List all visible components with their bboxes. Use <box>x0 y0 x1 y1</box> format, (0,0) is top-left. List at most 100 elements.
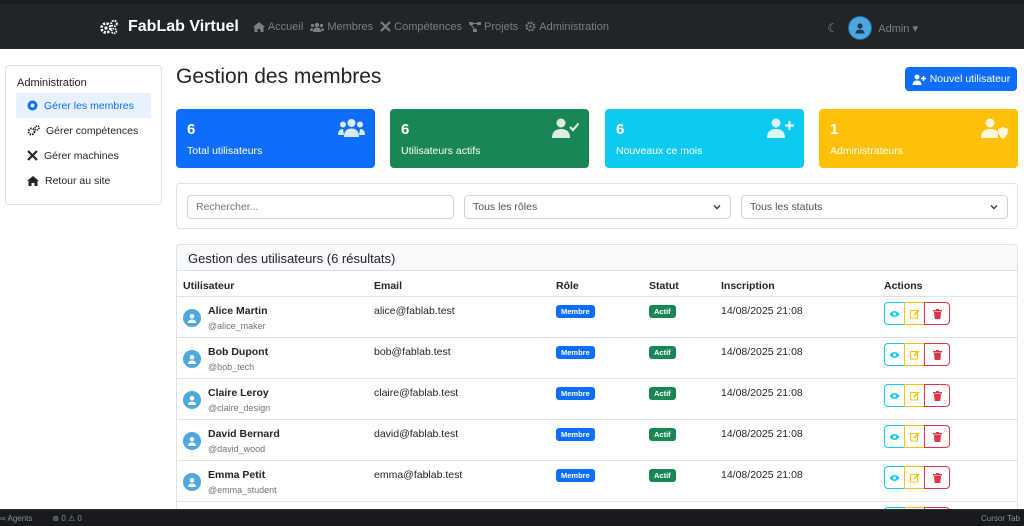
nav-link-projets[interactable]: Projets <box>469 21 518 33</box>
status-badge: Actif <box>649 428 676 441</box>
stat-card-total-users: 6 Total utilisateurs <box>176 109 375 168</box>
main-content: Administration Gérer les membres Gérer c… <box>0 49 1024 524</box>
edit-button[interactable] <box>904 466 925 489</box>
user-check-icon <box>552 118 579 138</box>
sidebar-item-gerer-machines[interactable]: Gérer machines <box>16 143 151 168</box>
view-button[interactable] <box>884 384 905 407</box>
nav-link-accueil[interactable]: Accueil <box>252 21 303 33</box>
page-title: Gestion des membres <box>176 65 382 88</box>
home-icon <box>252 21 265 32</box>
column-header: Rôle <box>556 280 579 292</box>
registration-date: 14/08/2025 21:08 <box>721 346 803 358</box>
avatar <box>183 473 201 491</box>
view-button[interactable] <box>884 302 905 325</box>
user-name: Emma Petit <box>208 469 266 481</box>
edit-button[interactable] <box>904 384 925 407</box>
view-button[interactable] <box>884 425 905 448</box>
user-icon <box>188 314 196 323</box>
user-icon <box>188 478 196 487</box>
column-header: Email <box>374 280 403 292</box>
eye-icon <box>889 433 900 440</box>
trash-icon <box>932 472 942 483</box>
new-user-button-label: Nouvel utilisateur <box>929 73 1011 85</box>
delete-button[interactable] <box>924 466 950 489</box>
edit-icon <box>909 472 920 482</box>
registration-date: 14/08/2025 21:08 <box>721 428 803 440</box>
brand[interactable]: FabLab Virtuel <box>99 18 239 36</box>
role-badge: Membre <box>556 387 595 400</box>
trash-icon <box>932 390 942 401</box>
edit-button[interactable] <box>904 302 925 325</box>
registration-date: 14/08/2025 21:08 <box>721 469 803 481</box>
cogs-icon <box>100 19 118 34</box>
tools-icon <box>380 21 391 32</box>
trash-icon <box>932 431 942 442</box>
delete-button[interactable] <box>924 384 950 407</box>
status-select[interactable]: Tous les statuts <box>741 195 1008 219</box>
table-title: Gestion des utilisateurs (6 résultats) <box>177 245 1017 271</box>
role-select[interactable]: Tous les rôles <box>464 195 731 219</box>
table-row: Bob Dupont @bob_tech bob@fablab.test Mem… <box>177 338 1017 379</box>
delete-button[interactable] <box>924 302 950 325</box>
search-input[interactable]: Rechercher... <box>187 195 454 219</box>
stat-card-new-users: 6 Nouveaux ce mois <box>605 109 804 168</box>
status-badge: Actif <box>649 305 676 318</box>
delete-button[interactable] <box>924 425 950 448</box>
nav-link-administration[interactable]: Administration <box>525 21 609 33</box>
users-icon <box>338 119 365 137</box>
nav-link-competences[interactable]: Compétences <box>380 21 462 33</box>
filters-card: Rechercher... Tous les rôles Tous les st… <box>176 183 1018 229</box>
role-badge: Membre <box>556 428 595 441</box>
status-badge: Actif <box>649 346 676 359</box>
problems-status[interactable]: ⊗ 0 ⚠ 0 <box>52 514 91 523</box>
admin-sidebar: Administration Gérer les membres Gérer c… <box>5 65 162 205</box>
user-email: bob@fablab.test <box>374 346 451 358</box>
user-icon <box>188 396 196 405</box>
nav-link-label: Membres <box>327 20 374 33</box>
problems-count: 0 ⚠ 0 <box>61 513 82 523</box>
stat-card-admins: 1 Administrateurs <box>819 109 1018 168</box>
user-icon <box>188 437 196 446</box>
editor-status-bar: ∞ Agents ⊗ 0 ⚠ 0 Cursor Tab <box>0 509 1024 526</box>
edit-button[interactable] <box>904 343 925 366</box>
edit-icon <box>909 308 920 318</box>
tools-icon <box>27 150 38 161</box>
sidebar-item-label: Gérer les membres <box>44 99 134 112</box>
search-placeholder: Rechercher... <box>196 201 259 213</box>
user-menu-toggle[interactable]: Admin ▾ <box>878 22 918 35</box>
edit-button[interactable] <box>904 425 925 448</box>
delete-button[interactable] <box>924 343 950 366</box>
table-row: David Bernard @david_wood david@fablab.t… <box>177 420 1017 461</box>
stat-value: 1 <box>830 121 839 138</box>
user-name: David Bernard <box>208 428 280 440</box>
nav-link-membres[interactable]: Membres <box>310 21 373 33</box>
user-plus-icon <box>912 74 926 85</box>
stat-value: 6 <box>401 121 410 138</box>
user-plus-icon <box>767 118 794 138</box>
user-email: emma@fablab.test <box>374 469 463 481</box>
user-menu-label: Admin <box>878 22 910 35</box>
sidebar-item-gerer-membres[interactable]: Gérer les membres <box>16 93 151 118</box>
status-badge: Actif <box>649 387 676 400</box>
agents-status[interactable]: ∞ Agents <box>0 514 42 523</box>
user-name: Claire Leroy <box>208 387 269 399</box>
moon-icon[interactable]: ☾ <box>827 21 838 35</box>
cursor-tab-status[interactable]: Cursor Tab <box>981 514 1020 523</box>
eye-icon <box>889 310 900 317</box>
user-email: david@fablab.test <box>374 428 459 440</box>
gear-icon <box>525 21 536 32</box>
view-button[interactable] <box>884 343 905 366</box>
view-button[interactable] <box>884 466 905 489</box>
nav-link-label: Compétences <box>394 20 463 33</box>
chevron-down-icon <box>713 205 721 210</box>
trash-icon <box>932 308 942 319</box>
nav-link-label: Administration <box>539 20 609 33</box>
user-email: alice@fablab.test <box>374 305 455 317</box>
sidebar-item-label: Gérer compétences <box>46 124 139 137</box>
sidebar-item-gerer-competences[interactable]: Gérer compétences <box>16 118 151 143</box>
new-user-button[interactable]: Nouvel utilisateur <box>905 67 1017 91</box>
edit-icon <box>909 390 920 400</box>
column-header: Utilisateur <box>183 280 235 292</box>
avatar[interactable] <box>848 16 873 40</box>
sidebar-item-retour-site[interactable]: Retour au site <box>16 168 151 193</box>
